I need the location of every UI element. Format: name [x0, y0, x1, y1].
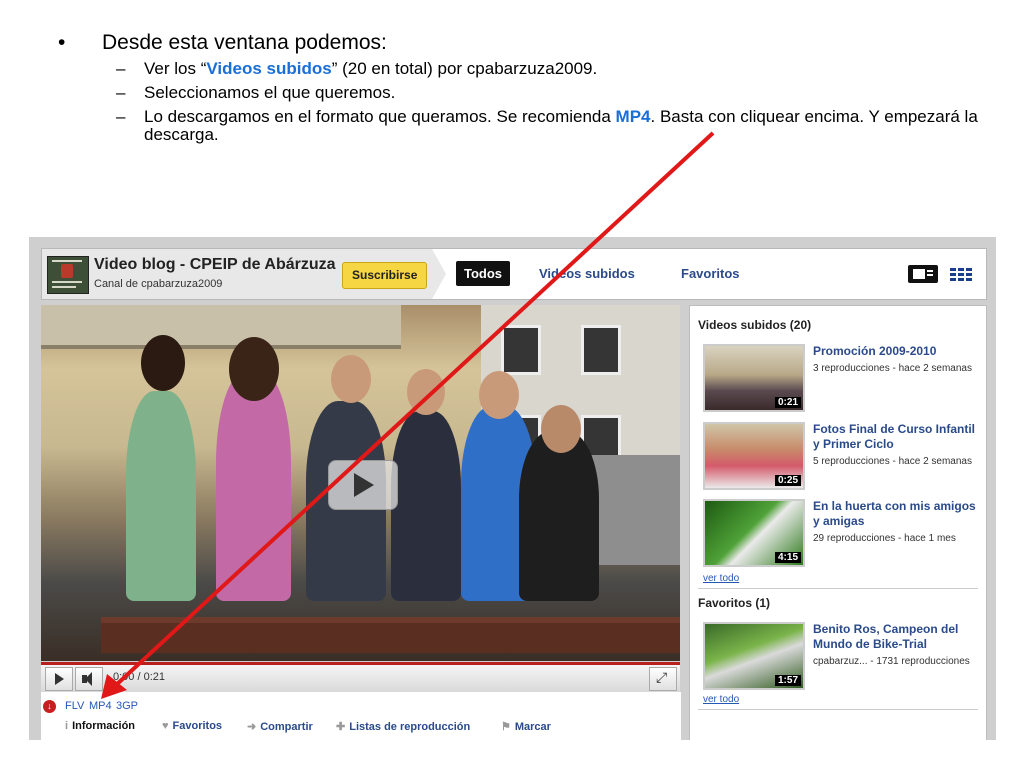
- sub-item-3: – Lo descargamos en el formato que quera…: [116, 108, 978, 144]
- flag-icon: ⚑: [501, 721, 511, 733]
- info-icon: i: [65, 720, 69, 732]
- tab-listas[interactable]: ✚ Listas de reproducción: [336, 720, 470, 733]
- video-thumbnail[interactable]: 4:15: [703, 499, 805, 567]
- channel-title-zone: Video blog - CPEIP de Abárzuza Canal de …: [42, 249, 446, 299]
- tab-marcar-label: Marcar: [514, 721, 551, 733]
- duration-badge: 0:21: [774, 397, 801, 408]
- tab-favoritos-label: Favoritos: [172, 720, 223, 732]
- tab-informacion-label: Información: [72, 720, 136, 732]
- plus-icon: ✚: [336, 721, 346, 733]
- below-video: ↓ FLV MP4 3GP i Información ♥ Favoritos ➜ C…: [41, 692, 681, 740]
- video-meta: cpabarzuz... - 1731 reproducciones: [813, 656, 970, 667]
- person: [216, 371, 291, 601]
- intro-bullet: • Desde esta ventana podemos:: [58, 30, 978, 56]
- tab-todos[interactable]: Todos: [456, 261, 511, 286]
- background-balcony: [41, 305, 401, 349]
- share-icon: ➜: [247, 721, 257, 733]
- channel-title[interactable]: Video blog - CPEIP de Abárzuza: [94, 256, 336, 274]
- player-controls: 0:00 / 0:21: [41, 662, 680, 692]
- duration-badge: 4:15: [774, 552, 801, 563]
- video-meta: 3 reproducciones - hace 2 semanas: [813, 363, 972, 374]
- uploaded-section-title[interactable]: Videos subidos (20): [698, 318, 811, 332]
- format-3gp-link[interactable]: 3GP: [116, 700, 138, 712]
- sub-item-2-text: Seleccionamos el que queremos.: [144, 83, 396, 102]
- duration-badge: 1:57: [774, 675, 801, 686]
- info-tabs: i Información ♥ Favoritos ➜ Compartir ✚ List…: [41, 716, 681, 740]
- see-all-favorites-link[interactable]: ver todo: [703, 694, 739, 705]
- video-thumbnail[interactable]: 1:57: [703, 622, 805, 690]
- duration-badge: 0:25: [774, 475, 801, 486]
- list-item[interactable]: 4:15 En la huerta con mis amigos y amiga…: [703, 499, 983, 569]
- dash-marker: –: [116, 59, 126, 78]
- time-display: 0:00 / 0:21: [113, 671, 165, 683]
- sub-item-1-post: ” (20 en total) por cpabarzuza2009.: [331, 59, 598, 78]
- grid-view-icon[interactable]: [948, 265, 978, 283]
- divider: [698, 588, 978, 589]
- fullscreen-icon[interactable]: [649, 667, 677, 691]
- channel-logo-icon[interactable]: [47, 256, 89, 294]
- video-thumbnail[interactable]: 0:25: [703, 422, 805, 490]
- dash-marker: –: [116, 107, 126, 126]
- tab-videos-subidos[interactable]: Videos subidos: [539, 261, 635, 286]
- sub-item-1-pre: Ver los “: [144, 59, 207, 78]
- video-title-link[interactable]: Benito Ros, Campeon del Mundo de Bike-Tr…: [813, 622, 981, 652]
- tab-favoritos[interactable]: Favoritos: [681, 261, 740, 286]
- tab-favoritos-video[interactable]: ♥ Favoritos: [162, 720, 222, 732]
- subscribe-button[interactable]: Suscribirse: [342, 262, 428, 289]
- format-mp4-link[interactable]: MP4: [89, 700, 112, 712]
- tab-compartir-label: Compartir: [260, 721, 313, 733]
- list-item[interactable]: 0:21 Promoción 2009-2010 3 reproduccione…: [703, 344, 983, 414]
- play-icon[interactable]: [45, 667, 73, 691]
- divider: [698, 709, 978, 710]
- person: [126, 391, 196, 601]
- video-title-link[interactable]: Fotos Final de Curso Infantil y Primer C…: [813, 422, 981, 452]
- format-flv-link[interactable]: FLV: [65, 700, 84, 712]
- tab-listas-label: Listas de reproducción: [349, 721, 471, 733]
- sub-item-1: – Ver los “Videos subidos” (20 en total)…: [116, 60, 978, 78]
- list-item[interactable]: 1:57 Benito Ros, Campeon del Mundo de Bi…: [703, 622, 983, 692]
- channel-header: Video blog - CPEIP de Abárzuza Canal de …: [41, 248, 987, 300]
- sidebar: Videos subidos (20) 0:21 Promoción 2009-…: [689, 305, 987, 740]
- see-all-uploaded-link[interactable]: ver todo: [703, 573, 739, 584]
- intro-text: Desde esta ventana podemos:: [102, 31, 387, 54]
- volume-icon[interactable]: [75, 667, 103, 691]
- sub-item-1-highlight: Videos subidos: [206, 59, 332, 78]
- sub-item-3-pre: Lo descargamos en el formato que queramo…: [144, 107, 616, 126]
- video-title-link[interactable]: Promoción 2009-2010: [813, 344, 981, 359]
- person: [519, 431, 599, 601]
- download-icon: ↓: [43, 700, 56, 713]
- tab-marcar[interactable]: ⚑ Marcar: [501, 720, 551, 733]
- bullet-marker: •: [58, 31, 66, 54]
- video-thumbnail[interactable]: 0:21: [703, 344, 805, 412]
- player-view-icon[interactable]: [908, 265, 938, 283]
- video-frame[interactable]: [41, 305, 680, 661]
- sub-item-2: – Seleccionamos el que queremos.: [116, 84, 978, 102]
- sub-item-3-highlight: MP4: [615, 107, 651, 126]
- heart-icon: ♥: [162, 720, 169, 732]
- list-item[interactable]: 0:25 Fotos Final de Curso Infantil y Pri…: [703, 422, 983, 492]
- channel-subtitle: Canal de cpabarzuza2009: [94, 278, 223, 290]
- slide-text: • Desde esta ventana podemos: – Ver los …: [58, 30, 978, 150]
- dash-marker: –: [116, 83, 126, 102]
- video-title-link[interactable]: En la huerta con mis amigos y amigas: [813, 499, 981, 529]
- tab-compartir[interactable]: ➜ Compartir: [247, 720, 313, 733]
- channel-window: Video blog - CPEIP de Abárzuza Canal de …: [29, 237, 996, 740]
- play-overlay-icon[interactable]: [328, 460, 398, 510]
- person: [391, 411, 461, 601]
- video-meta: 5 reproducciones - hace 2 semanas: [813, 456, 972, 467]
- bench: [101, 617, 680, 653]
- favorites-section-title[interactable]: Favoritos (1): [698, 596, 770, 610]
- sub-list: – Ver los “Videos subidos” (20 en total)…: [116, 60, 978, 144]
- tab-informacion[interactable]: i Información: [65, 720, 135, 732]
- video-meta: 29 reproducciones - hace 1 mes: [813, 533, 956, 544]
